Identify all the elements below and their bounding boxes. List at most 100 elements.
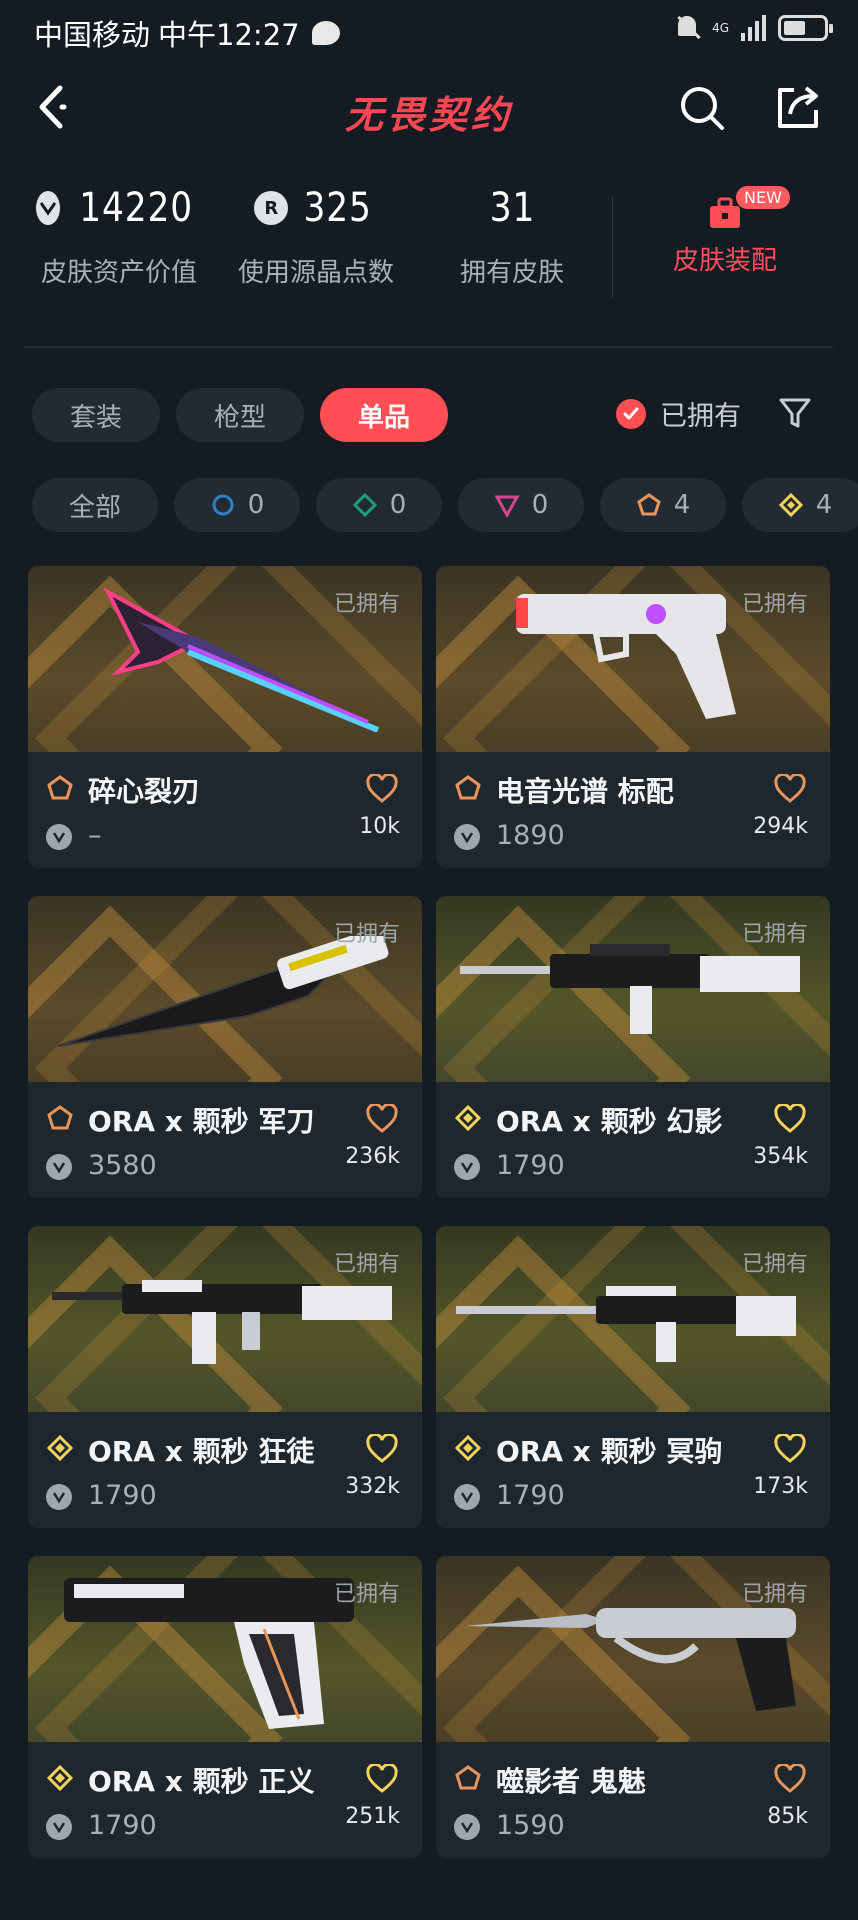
status-right: 4G — [674, 14, 833, 42]
heart-icon[interactable] — [366, 774, 398, 804]
tab-weapon-types[interactable]: 枪型 — [176, 388, 304, 442]
chip-exclusive[interactable]: 4 — [600, 478, 726, 532]
category-tabs: 套装 枪型 单品 — [32, 388, 448, 442]
owned-label: 已拥有 — [333, 592, 400, 617]
heart-icon[interactable] — [366, 1104, 398, 1134]
battery-icon — [778, 15, 833, 41]
skin-card[interactable]: 已拥有 碎心裂刃 – 10k — [28, 566, 422, 868]
ultra-tier-icon — [778, 492, 803, 518]
skin-card[interactable]: 已拥有 电音光谱 标配 1890 294k — [436, 566, 830, 868]
chip-ultra[interactable]: 4 — [742, 478, 858, 532]
share-icon[interactable] — [774, 82, 822, 132]
like-count: 354k — [753, 1144, 808, 1169]
owned-label: 已拥有 — [741, 592, 808, 617]
search-icon[interactable] — [678, 84, 726, 132]
like-count: 173k — [753, 1474, 808, 1499]
owned-label: 已拥有 — [333, 1582, 400, 1607]
stat-label: 皮肤资产价值 — [40, 258, 197, 288]
vp-icon — [454, 1154, 480, 1180]
skin-name: 电音光谱 标配 — [496, 775, 674, 808]
chip-count: 0 — [247, 490, 265, 520]
like-count: 332k — [345, 1474, 400, 1499]
skin-name: 碎心裂刃 — [88, 775, 201, 808]
header: 无畏契约 — [0, 70, 858, 146]
skin-card[interactable]: 已拥有 ORA x 颗秒 军刀 3580 236k — [28, 896, 422, 1198]
skin-card[interactable]: 已拥有 噬影者 鬼魅 1590 85k — [436, 1556, 830, 1858]
sniper-weapon-image — [456, 1286, 796, 1362]
stats-divider — [612, 196, 613, 298]
exclusive-tier-icon — [455, 1765, 481, 1790]
owned-label: 已拥有 — [333, 1252, 400, 1277]
skin-name: ORA x 颗秒 冥驹 — [496, 1435, 723, 1468]
skin-price: 1790 — [496, 1480, 565, 1511]
skin-info: ORA x 颗秒 正义 1790 251k — [28, 1742, 422, 1858]
rifle-weapon-image — [460, 944, 800, 1034]
status-bar: 中国移动 中午12:27 4G — [0, 0, 858, 58]
chip-deluxe[interactable]: 0 — [316, 478, 442, 532]
stat-owned-skins: 31 拥有皮肤 — [450, 180, 574, 289]
skin-info: 碎心裂刃 – 10k — [28, 752, 422, 868]
exclusive-tier-icon — [47, 1105, 73, 1130]
skin-card[interactable]: 已拥有 ORA x 颗秒 冥驹 1790 173k — [436, 1226, 830, 1528]
network-label: 4G — [712, 21, 729, 35]
skin-card[interactable]: 已拥有 ORA x 颗秒 狂徒 1790 332k — [28, 1226, 422, 1528]
stat-value: 14220 — [79, 185, 193, 231]
skin-equip-label: 皮肤装配 — [672, 246, 777, 276]
chip-select[interactable]: 0 — [174, 478, 300, 532]
chip-premium[interactable]: 0 — [458, 478, 584, 532]
skin-name: ORA x 颗秒 正义 — [88, 1765, 315, 1798]
skin-price: 1790 — [88, 1810, 157, 1841]
ultra-tier-icon — [454, 1104, 482, 1132]
stat-radianite: R 325 使用源晶点数 — [232, 180, 400, 289]
status-left: 中国移动 中午12:27 — [34, 12, 340, 54]
chip-count: 0 — [389, 490, 407, 520]
deluxe-tier-icon — [352, 492, 377, 518]
filter-icon[interactable] — [778, 396, 812, 430]
chip-count: 4 — [673, 490, 691, 520]
owned-filter-toggle[interactable]: 已拥有 — [616, 394, 741, 433]
skin-info: 噬影者 鬼魅 1590 85k — [436, 1742, 830, 1858]
skin-price: 1790 — [88, 1480, 157, 1511]
skin-info: ORA x 颗秒 军刀 3580 236k — [28, 1082, 422, 1198]
skin-price: 1890 — [496, 820, 565, 851]
stat-asset-value: 14220 皮肤资产价值 — [36, 180, 202, 289]
signal-icon — [741, 15, 766, 41]
stat-label: 拥有皮肤 — [459, 258, 564, 288]
skin-price: 1790 — [496, 1150, 565, 1181]
like-count: 236k — [345, 1144, 400, 1169]
pistol-weapon-image — [516, 594, 736, 719]
rarity-filter-chips: 全部 0 0 0 4 4 — [32, 478, 858, 532]
knife-weapon-image — [58, 936, 389, 1047]
skin-info: ORA x 颗秒 冥驹 1790 173k — [436, 1412, 830, 1528]
tab-bundles[interactable]: 套装 — [32, 388, 160, 442]
heart-icon[interactable] — [774, 1434, 806, 1464]
ultra-tier-icon — [46, 1434, 74, 1462]
skin-info: 电音光谱 标配 1890 294k — [436, 752, 830, 868]
chip-all[interactable]: 全部 — [32, 478, 158, 532]
like-count: 251k — [345, 1804, 400, 1829]
skin-price: 1590 — [496, 1810, 565, 1841]
tab-single-items[interactable]: 单品 — [320, 388, 448, 442]
heart-icon[interactable] — [366, 1434, 398, 1464]
owned-label: 已拥有 — [741, 1252, 808, 1277]
heart-icon[interactable] — [774, 1104, 806, 1134]
like-count: 10k — [359, 814, 400, 839]
carrier-label: 中国移动 — [34, 18, 151, 52]
skin-card[interactable]: 已拥有 ORA x 颗秒 幻影 1790 354k — [436, 896, 830, 1198]
heart-icon[interactable] — [774, 1764, 806, 1794]
owned-label: 已拥有 — [741, 1582, 808, 1607]
vp-icon — [454, 824, 480, 850]
owned-label: 已拥有 — [741, 922, 808, 947]
skin-name: ORA x 颗秒 狂徒 — [88, 1435, 315, 1468]
stats-panel: 14220 皮肤资产价值 R 325 使用源晶点数 31 拥有皮肤 皮肤装配 — [0, 180, 858, 310]
heart-icon[interactable] — [774, 774, 806, 804]
vp-icon — [46, 824, 72, 850]
chip-label: 全部 — [68, 492, 121, 523]
rifle-weapon-image — [52, 1280, 392, 1364]
ultra-tier-icon — [454, 1434, 482, 1462]
select-tier-icon — [212, 494, 234, 516]
radianite-icon: R — [254, 191, 289, 225]
skin-name: 噬影者 鬼魅 — [496, 1765, 646, 1798]
skin-card[interactable]: 已拥有 ORA x 颗秒 正义 1790 251k — [28, 1556, 422, 1858]
heart-icon[interactable] — [366, 1764, 398, 1794]
